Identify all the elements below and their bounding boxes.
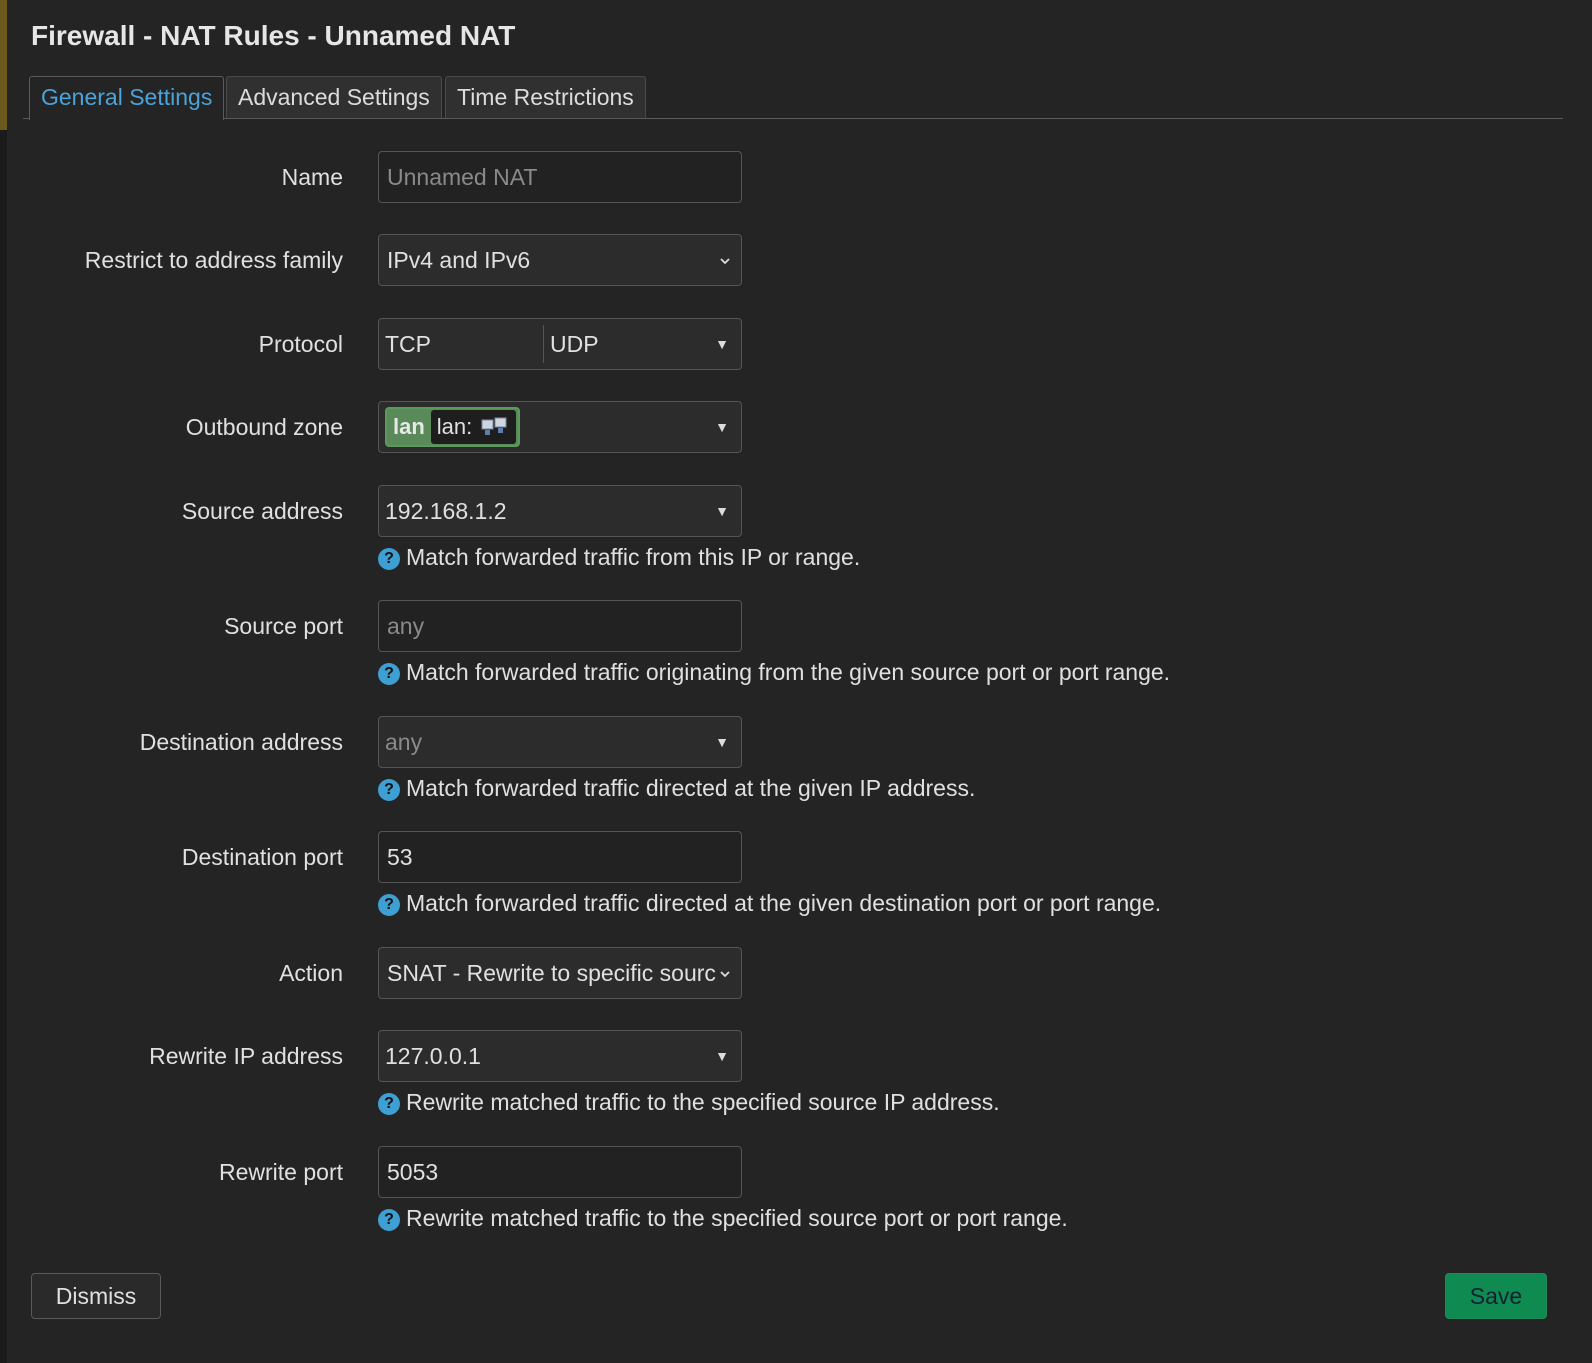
destination-address-help-text: Match forwarded traffic directed at the … — [406, 775, 976, 801]
source-address-label: Source address — [181, 498, 343, 524]
source-port-input[interactable]: any — [378, 600, 742, 652]
source-address-help: ? Match forwarded traffic from this IP or… — [378, 543, 860, 571]
destination-port-help-text: Match forwarded traffic directed at the … — [406, 890, 1162, 916]
tab-general-settings[interactable]: General Settings — [29, 76, 225, 120]
question-icon: ? — [378, 548, 400, 570]
question-icon: ? — [378, 663, 400, 685]
chevron-down-icon — [720, 971, 730, 978]
action-select[interactable]: SNAT - Rewrite to specific sourc — [378, 947, 742, 999]
question-icon: ? — [378, 779, 400, 801]
background-page-edge — [0, 0, 7, 1363]
question-icon: ? — [378, 1093, 400, 1115]
protocol-label: Protocol — [258, 331, 343, 357]
zone-interface-label: lan: — [436, 414, 473, 439]
network-ports-icon — [481, 417, 507, 435]
rewrite-port-help: ? Rewrite matched traffic to the specifie… — [378, 1204, 1068, 1232]
address-family-value: IPv4 and IPv6 — [387, 247, 531, 273]
name-label: Name — [281, 164, 343, 190]
name-input[interactable]: Unnamed NAT — [378, 151, 742, 203]
outbound-zone-label: Outbound zone — [185, 414, 343, 440]
source-port-help: ? Match forwarded traffic originating fro… — [378, 658, 1170, 686]
dismiss-button[interactable]: Dismiss — [31, 1273, 161, 1319]
zone-name: lan — [393, 414, 425, 439]
source-address-help-text: Match forwarded traffic from this IP or … — [406, 544, 861, 570]
source-address-value: 192.168.1.2 — [385, 498, 507, 524]
zone-interface: lan: — [430, 410, 517, 444]
rewrite-ip-help: ? Rewrite matched traffic to the specifie… — [378, 1088, 1000, 1116]
rewrite-port-label: Rewrite port — [219, 1159, 343, 1185]
action-label: Action — [279, 960, 343, 986]
protocol-udp: UDP — [550, 331, 599, 357]
protocol-separator — [543, 325, 544, 363]
rewrite-ip-select[interactable]: 127.0.0.1 ▼ — [378, 1030, 742, 1082]
tab-advanced-settings[interactable]: Advanced Settings — [226, 76, 442, 118]
destination-port-input[interactable]: 53 — [378, 831, 742, 883]
modal-title: Firewall - NAT Rules - Unnamed NAT — [31, 20, 516, 51]
rewrite-port-help-text: Rewrite matched traffic to the specified… — [406, 1205, 1068, 1231]
destination-port-label: Destination port — [181, 844, 343, 870]
rewrite-ip-label: Rewrite IP address — [149, 1043, 343, 1069]
outbound-zone-select[interactable]: lan lan: ▼ — [378, 401, 742, 453]
rewrite-ip-value: 127.0.0.1 — [385, 1043, 481, 1069]
caret-down-icon: ▼ — [715, 336, 729, 352]
destination-address-select[interactable]: any ▼ — [378, 716, 742, 768]
nat-rule-modal: Firewall - NAT Rules - Unnamed NAT Gener… — [7, 0, 1592, 1363]
source-port-help-text: Match forwarded traffic originating from… — [406, 659, 1171, 685]
tab-bar: General Settings Advanced Settings Time … — [23, 74, 1563, 120]
source-address-select[interactable]: 192.168.1.2 ▼ — [378, 485, 742, 537]
question-icon: ? — [378, 894, 400, 916]
destination-address-help: ? Match forwarded traffic directed at the… — [378, 774, 975, 802]
protocol-select[interactable]: TCP UDP ▼ — [378, 318, 742, 370]
question-icon: ? — [378, 1209, 400, 1231]
zone-badge: lan lan: — [385, 407, 521, 447]
save-button[interactable]: Save — [1445, 1273, 1547, 1319]
destination-address-label: Destination address — [139, 729, 343, 755]
background-accent — [0, 0, 7, 130]
protocol-tcp: TCP — [385, 331, 431, 357]
rewrite-port-input[interactable]: 5053 — [378, 1146, 742, 1198]
source-port-label: Source port — [224, 613, 343, 639]
address-family-select[interactable]: IPv4 and IPv6 — [378, 234, 742, 286]
rewrite-ip-help-text: Rewrite matched traffic to the specified… — [406, 1089, 1000, 1115]
caret-down-icon: ▼ — [715, 1048, 729, 1064]
chevron-down-icon — [720, 258, 730, 265]
caret-down-icon: ▼ — [715, 419, 729, 435]
destination-port-help: ? Match forwarded traffic directed at the… — [378, 889, 1161, 917]
destination-address-value: any — [385, 729, 423, 755]
caret-down-icon: ▼ — [715, 503, 729, 519]
caret-down-icon: ▼ — [715, 734, 729, 750]
action-value: SNAT - Rewrite to specific sourc — [387, 960, 716, 986]
address-family-label: Restrict to address family — [84, 247, 343, 273]
tab-time-restrictions[interactable]: Time Restrictions — [445, 76, 646, 118]
